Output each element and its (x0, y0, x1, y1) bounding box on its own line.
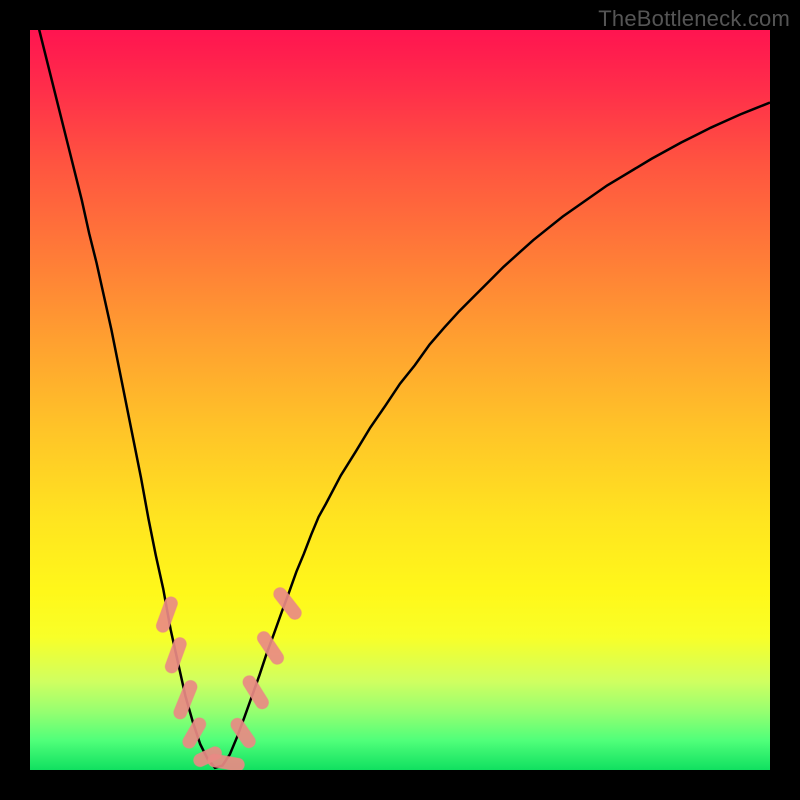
data-marker (271, 585, 304, 622)
bottleneck-curve (30, 30, 770, 768)
data-marker (154, 595, 179, 634)
chart-frame: TheBottleneck.com (0, 0, 800, 800)
data-marker (255, 629, 286, 667)
data-marker (163, 636, 188, 675)
data-marker (240, 673, 271, 711)
data-marker (172, 678, 199, 721)
plot-area (30, 30, 770, 770)
data-marker (180, 715, 208, 750)
curve-layer (30, 30, 770, 770)
data-marker (207, 753, 246, 770)
watermark-text: TheBottleneck.com (598, 6, 790, 32)
